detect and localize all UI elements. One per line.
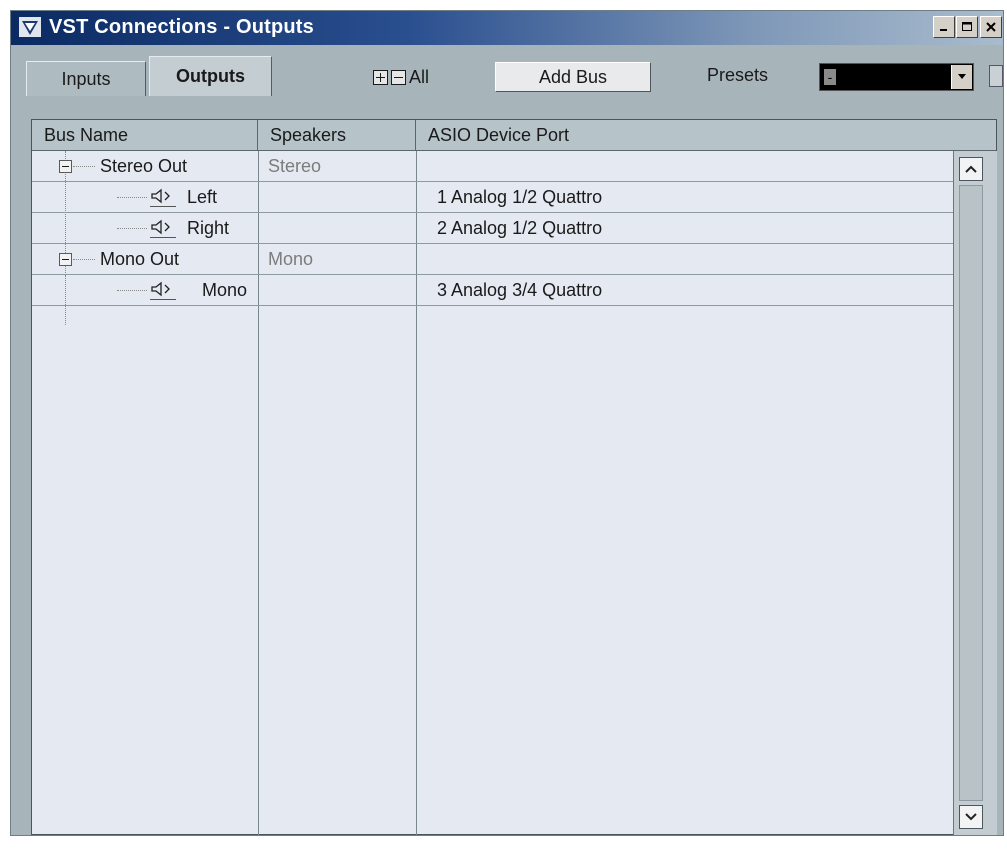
tree-guide xyxy=(117,290,147,291)
header-bus-name[interactable]: Bus Name xyxy=(32,120,258,150)
table-row[interactable]: Stereo Out Stereo xyxy=(32,151,953,182)
chevron-up-icon xyxy=(965,165,977,173)
add-bus-button[interactable]: Add Bus xyxy=(495,62,651,92)
minimize-button[interactable] xyxy=(933,16,955,38)
presets-store-icon[interactable] xyxy=(989,65,1003,87)
minimize-icon xyxy=(940,29,947,31)
bus-name: Stereo Out xyxy=(100,156,188,176)
tree-guide xyxy=(73,166,95,167)
scroll-up-button[interactable] xyxy=(959,157,983,181)
asio-port-value[interactable]: 2 Analog 1/2 Quattro xyxy=(437,213,602,244)
expand-all-label: All xyxy=(409,66,430,87)
bus-table: Bus Name Speakers ASIO Device Port Stere… xyxy=(31,119,997,835)
collapse-all-icon[interactable] xyxy=(391,69,406,85)
maximize-button[interactable] xyxy=(956,16,978,38)
vertical-scrollbar[interactable] xyxy=(953,151,997,835)
chevron-down-icon[interactable] xyxy=(951,65,972,89)
expand-collapse-all: All xyxy=(373,65,429,89)
collapse-icon[interactable] xyxy=(59,253,72,266)
close-button[interactable] xyxy=(980,16,1002,38)
cubase-logo-icon xyxy=(19,17,41,37)
speaker-icon xyxy=(150,188,176,207)
window-title: VST Connections - Outputs xyxy=(49,16,314,38)
header-speakers[interactable]: Speakers xyxy=(258,120,416,150)
table-body: Stereo Out Stereo Left 1 Analog 1/2 Quat… xyxy=(32,151,997,835)
channel-name: Mono xyxy=(202,280,248,300)
tab-inputs-label: Inputs xyxy=(61,68,111,89)
vst-connections-window: VST Connections - Outputs Inputs Outputs… xyxy=(10,10,1004,836)
table-row[interactable]: Mono Out Mono xyxy=(32,244,953,275)
table-row[interactable]: Left 1 Analog 1/2 Quattro xyxy=(32,182,953,213)
tab-outputs-label: Outputs xyxy=(176,66,245,86)
channel-name: Right xyxy=(187,218,230,238)
asio-port-value[interactable]: 3 Analog 3/4 Quattro xyxy=(437,275,602,306)
expand-all-icon[interactable] xyxy=(373,69,388,85)
tree-guide xyxy=(73,259,95,260)
collapse-icon[interactable] xyxy=(59,160,72,173)
speakers-value: Stereo xyxy=(268,156,322,176)
scroll-track[interactable] xyxy=(959,185,983,801)
presets-label: Presets xyxy=(707,65,769,85)
table-header: Bus Name Speakers ASIO Device Port xyxy=(32,120,996,151)
tree-guide xyxy=(117,197,147,198)
channel-name: Left xyxy=(187,187,218,207)
table-row[interactable]: Mono 3 Analog 3/4 Quattro xyxy=(32,275,953,306)
tab-outputs[interactable]: Outputs xyxy=(149,56,272,96)
table-row[interactable]: Right 2 Analog 1/2 Quattro xyxy=(32,213,953,244)
tab-inputs[interactable]: Inputs xyxy=(26,61,146,96)
header-asio-device-port[interactable]: ASIO Device Port xyxy=(416,120,998,150)
speakers-value: Mono xyxy=(268,249,314,269)
tree-guide xyxy=(117,228,147,229)
chevron-down-icon xyxy=(965,813,977,821)
title-bar[interactable]: VST Connections - Outputs xyxy=(11,11,1003,45)
scroll-down-button[interactable] xyxy=(959,805,983,829)
speaker-icon xyxy=(150,281,176,300)
presets-value: - xyxy=(824,69,836,85)
maximize-icon xyxy=(962,22,972,31)
bus-name: Mono Out xyxy=(100,249,180,269)
add-bus-label: Add Bus xyxy=(538,66,608,87)
asio-port-value[interactable]: 1 Analog 1/2 Quattro xyxy=(437,182,602,213)
presets-dropdown[interactable]: - xyxy=(819,63,974,91)
close-icon xyxy=(986,22,996,32)
speaker-icon xyxy=(150,219,176,238)
